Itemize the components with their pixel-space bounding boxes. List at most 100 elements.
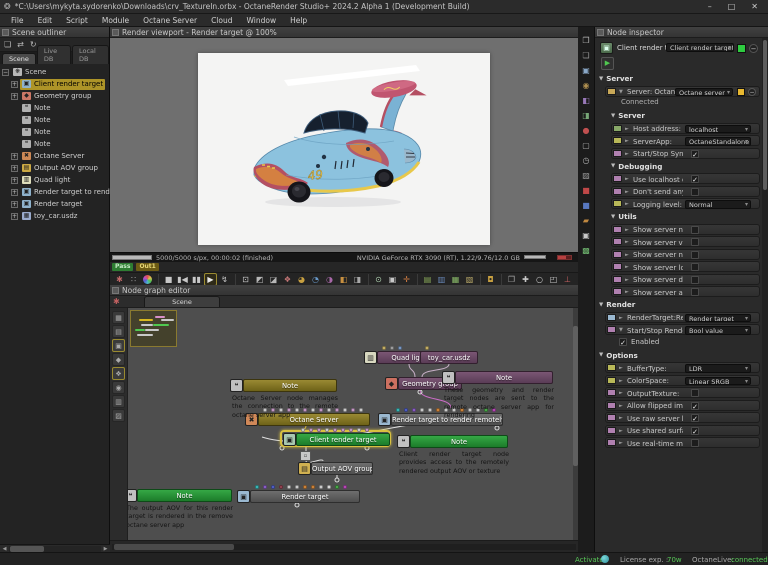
graph-minimap[interactable] bbox=[130, 310, 177, 347]
row-expander-icon[interactable]: ► bbox=[619, 403, 623, 409]
checkbox-show-server-view-window[interactable] bbox=[691, 238, 699, 246]
section-arrow-icon[interactable]: ▼ bbox=[611, 113, 615, 119]
node-pin[interactable] bbox=[303, 485, 307, 489]
node-pin[interactable] bbox=[365, 428, 369, 432]
row-expander-icon[interactable]: ► bbox=[625, 151, 629, 157]
note-note-geometry[interactable]: Note bbox=[455, 371, 553, 384]
tree-item-hit[interactable]: ❋Scene bbox=[11, 67, 48, 78]
menu-octane-server[interactable]: Octane Server bbox=[136, 16, 204, 25]
tree-row-output-aov-group[interactable]: +▤Output AOV group bbox=[2, 162, 109, 174]
node-pin[interactable] bbox=[351, 408, 355, 412]
tree-item-hit[interactable]: ▥Quad light bbox=[20, 175, 72, 186]
tree-row-render-target[interactable]: +▣Render target bbox=[2, 198, 109, 210]
tree-expander-icon[interactable]: + bbox=[11, 165, 18, 172]
node-pin[interactable] bbox=[325, 428, 329, 432]
node-pin[interactable] bbox=[327, 485, 331, 489]
section-arrow-icon[interactable]: ▼ bbox=[599, 302, 603, 308]
menu-module[interactable]: Module bbox=[95, 16, 136, 25]
palette-materials-icon[interactable]: ▦ bbox=[112, 311, 125, 324]
dropdown-rendertarget-render-target-to-render-r[interactable]: Render target▾ bbox=[685, 314, 751, 323]
node-pin[interactable] bbox=[317, 428, 321, 432]
menu-cloud[interactable]: Cloud bbox=[204, 16, 239, 25]
outliner-tab-local-db[interactable]: Local DB bbox=[72, 45, 109, 64]
tree-row-render-target-to-render-remote[interactable]: +▣Render target to render remote bbox=[2, 186, 109, 198]
checkbox-show-server-device-settings[interactable] bbox=[691, 276, 699, 284]
render-node-button[interactable]: ▶ bbox=[601, 57, 614, 70]
node-pin[interactable] bbox=[309, 428, 313, 432]
dropdown-serverapp[interactable]: OctaneStandalone▾ bbox=[685, 137, 751, 146]
tree-expander-icon[interactable]: − bbox=[2, 69, 9, 76]
checkbox-enabled[interactable]: ✓ bbox=[619, 338, 627, 346]
row-expander-icon[interactable]: ► bbox=[625, 289, 629, 295]
link-nodes-icon[interactable]: ⇄ bbox=[17, 40, 24, 49]
graph-home-icon[interactable]: ✱ bbox=[113, 297, 120, 306]
node-type-dropdown[interactable]: Client render target▾ bbox=[666, 43, 734, 52]
palette-camera-icon[interactable]: ◉ bbox=[112, 381, 125, 394]
node-pin[interactable] bbox=[263, 485, 267, 489]
tree-item-hit[interactable]: ✖Octane Server bbox=[20, 151, 86, 162]
scroll-left-icon[interactable]: ◀ bbox=[0, 546, 9, 552]
output-aov-group-icon[interactable]: ▤ bbox=[298, 462, 311, 475]
row-expander-icon[interactable]: ► bbox=[625, 176, 629, 182]
node-pin[interactable] bbox=[404, 408, 408, 412]
tree-row-toy-car-usdz[interactable]: +▦toy_car.usdz bbox=[2, 210, 109, 222]
render-tag-out1[interactable]: Out1 bbox=[136, 263, 158, 271]
tree-expander-icon[interactable]: + bbox=[11, 81, 18, 88]
checkbox-use-shared-surface[interactable]: ✓ bbox=[691, 427, 699, 435]
node-pin[interactable] bbox=[425, 346, 429, 350]
node-pin[interactable] bbox=[311, 485, 315, 489]
row-expander-icon[interactable]: ► bbox=[619, 378, 623, 384]
tree-expander-icon[interactable]: + bbox=[11, 93, 18, 100]
checkbox-show-server-log-window[interactable] bbox=[691, 263, 699, 271]
dropdown-start-stop-render[interactable]: Bool value▾ bbox=[685, 326, 751, 335]
row-expander-icon[interactable]: ► bbox=[625, 126, 629, 132]
checkbox-use-real-time-mode[interactable] bbox=[691, 439, 699, 447]
node-pin[interactable] bbox=[390, 346, 394, 350]
mesh-node-icon[interactable]: ▰ bbox=[580, 214, 593, 226]
frame-node-icon[interactable]: ▢ bbox=[580, 139, 593, 151]
note-icon[interactable]: ❝ bbox=[397, 435, 410, 448]
tree-row-octane-server[interactable]: +✖Octane Server bbox=[2, 150, 109, 162]
checkbox-outputtexture[interactable] bbox=[691, 389, 699, 397]
node-pin[interactable] bbox=[343, 408, 347, 412]
image-node-icon[interactable]: ▣ bbox=[580, 64, 593, 76]
geometry-group-icon[interactable]: ◆ bbox=[385, 377, 398, 390]
tree-expander-icon[interactable]: + bbox=[11, 189, 18, 196]
node-pin[interactable] bbox=[319, 485, 323, 489]
node-pin[interactable] bbox=[382, 346, 386, 350]
node-toy-car-usdz[interactable]: toy_car.usdz bbox=[420, 351, 478, 364]
node-pin[interactable] bbox=[398, 346, 402, 350]
red-cube-icon[interactable]: ■ bbox=[580, 184, 593, 196]
scroll-track[interactable] bbox=[9, 546, 101, 552]
copy-nodes-icon[interactable]: ❐ bbox=[580, 34, 593, 46]
node-pin[interactable] bbox=[420, 408, 424, 412]
checkbox-show-server-network-prefs[interactable] bbox=[691, 251, 699, 259]
tree-row-scene[interactable]: −❋Scene bbox=[2, 66, 109, 78]
tree-row-client-render-target[interactable]: +▣Client render target bbox=[2, 78, 109, 90]
menu-script[interactable]: Script bbox=[59, 16, 95, 25]
tree-row-note[interactable]: ❝Note bbox=[2, 102, 109, 114]
texture-node-icon[interactable]: ◧ bbox=[580, 94, 593, 106]
graph-vscrollbar[interactable] bbox=[573, 308, 578, 540]
row-expander-icon[interactable]: ▼ bbox=[619, 89, 623, 95]
palette-render-icon[interactable]: ▣ bbox=[112, 339, 125, 352]
checkbox-allow-flipped-images[interactable]: ✓ bbox=[691, 402, 699, 410]
tree-row-note[interactable]: ❝Note bbox=[2, 126, 109, 138]
tree-expander-icon[interactable]: + bbox=[11, 201, 18, 208]
node-pin[interactable] bbox=[271, 485, 275, 489]
note-icon[interactable]: ❝ bbox=[230, 379, 243, 392]
node-pin[interactable] bbox=[349, 428, 353, 432]
scroll-thumb[interactable] bbox=[10, 546, 44, 552]
tree-row-quad-light[interactable]: +▥Quad light bbox=[2, 174, 109, 186]
tree-expander-icon[interactable]: + bbox=[11, 177, 18, 184]
client-render-target-icon[interactable]: ▣ bbox=[283, 433, 296, 446]
node-pin[interactable] bbox=[341, 428, 345, 432]
graph-hscrollbar[interactable] bbox=[110, 540, 578, 552]
row-expander-icon[interactable]: ▼ bbox=[619, 327, 623, 333]
node-pin[interactable] bbox=[279, 485, 283, 489]
section-arrow-icon[interactable]: ▼ bbox=[611, 214, 615, 220]
menu-help[interactable]: Help bbox=[283, 16, 314, 25]
dropdown-server-octane-server[interactable]: Octane server▾ bbox=[675, 88, 733, 97]
note-note-octane-server[interactable]: Note bbox=[243, 379, 337, 392]
refresh-icon[interactable]: ↻ bbox=[30, 40, 37, 49]
